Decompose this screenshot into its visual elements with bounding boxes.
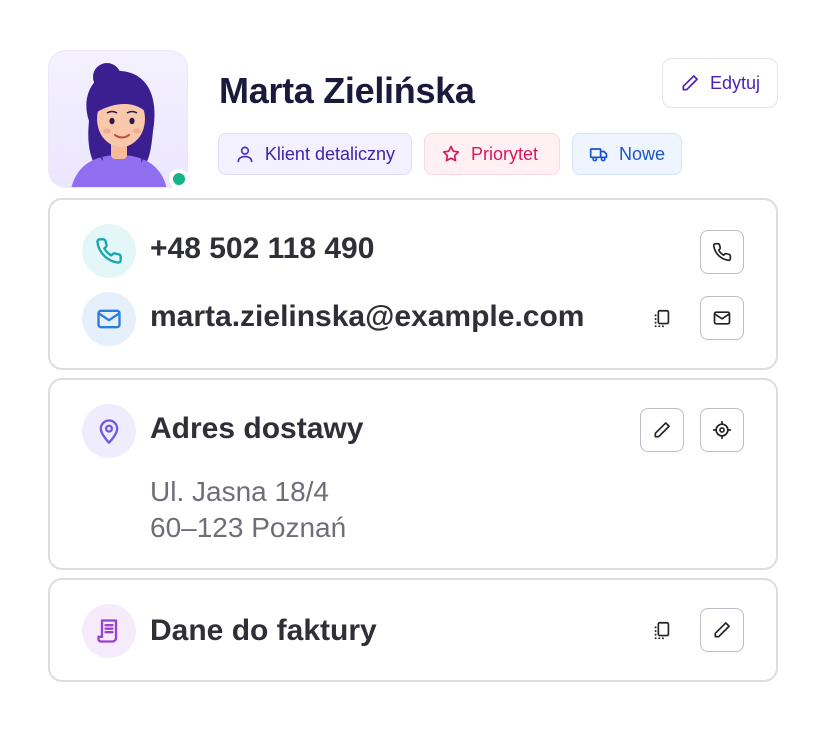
tag-label: Nowe (618, 143, 665, 164)
call-button[interactable] (700, 230, 744, 274)
copy-icon (654, 309, 670, 328)
receipt-icon (97, 619, 118, 643)
pencil-icon (654, 422, 670, 438)
avatar (48, 50, 188, 188)
pencil-icon (714, 622, 730, 638)
edit-button-label: Edytuj (709, 72, 761, 93)
invoice-card: Dane do faktury (48, 578, 778, 682)
mail-icon (713, 311, 731, 325)
send-email-button[interactable] (700, 296, 744, 340)
target-icon (712, 420, 732, 440)
phone-icon-circle (82, 224, 136, 278)
phone-icon (712, 242, 732, 262)
pencil-icon (682, 75, 698, 91)
tag-label: Priorytet (471, 143, 539, 164)
tag-label: Klient detaliczny (264, 143, 395, 164)
invoice-icon-circle (82, 604, 136, 658)
invoice-title: Dane do faktury (150, 614, 377, 647)
mail-icon-circle (82, 292, 136, 346)
locate-button[interactable] (700, 408, 744, 452)
copy-invoice-button[interactable] (648, 616, 676, 646)
location-pin-icon (99, 419, 119, 444)
edit-address-button[interactable] (640, 408, 684, 452)
mail-icon (97, 309, 121, 329)
star-icon (442, 145, 460, 162)
email-address: marta.zielinska@example.com (150, 300, 585, 333)
profile-header: Marta Zielińska Edytuj Klient detaliczny… (48, 50, 778, 190)
edit-invoice-button[interactable] (700, 608, 744, 652)
customer-name: Marta Zielińska (219, 70, 475, 111)
location-icon-circle (82, 404, 136, 458)
edit-button[interactable]: Edytuj (662, 58, 778, 108)
avatar-illustration (71, 63, 167, 187)
address-line-1: Ul. Jasna 18/4 (150, 476, 329, 507)
tag-retail-client[interactable]: Klient detaliczny (218, 133, 412, 175)
tag-priority[interactable]: Priorytet (424, 133, 560, 175)
address-title: Adres dostawy (150, 412, 364, 445)
customer-tags: Klient detaliczny Priorytet Nowe (218, 133, 682, 175)
truck-icon (589, 148, 608, 162)
online-status-dot (169, 169, 189, 189)
phone-icon (96, 238, 122, 264)
copy-email-button[interactable] (648, 304, 676, 334)
phone-number: +48 502 118 490 (150, 232, 375, 265)
address-card: Adres dostawy Ul. Jasna 18/4 60–123 Pozn… (48, 378, 778, 570)
address-line-2: 60–123 Poznań (150, 512, 347, 543)
user-icon (237, 146, 253, 163)
copy-icon (654, 621, 670, 640)
contact-card: +48 502 118 490 marta.zielinska@example.… (48, 198, 778, 370)
tag-new[interactable]: Nowe (572, 133, 682, 175)
